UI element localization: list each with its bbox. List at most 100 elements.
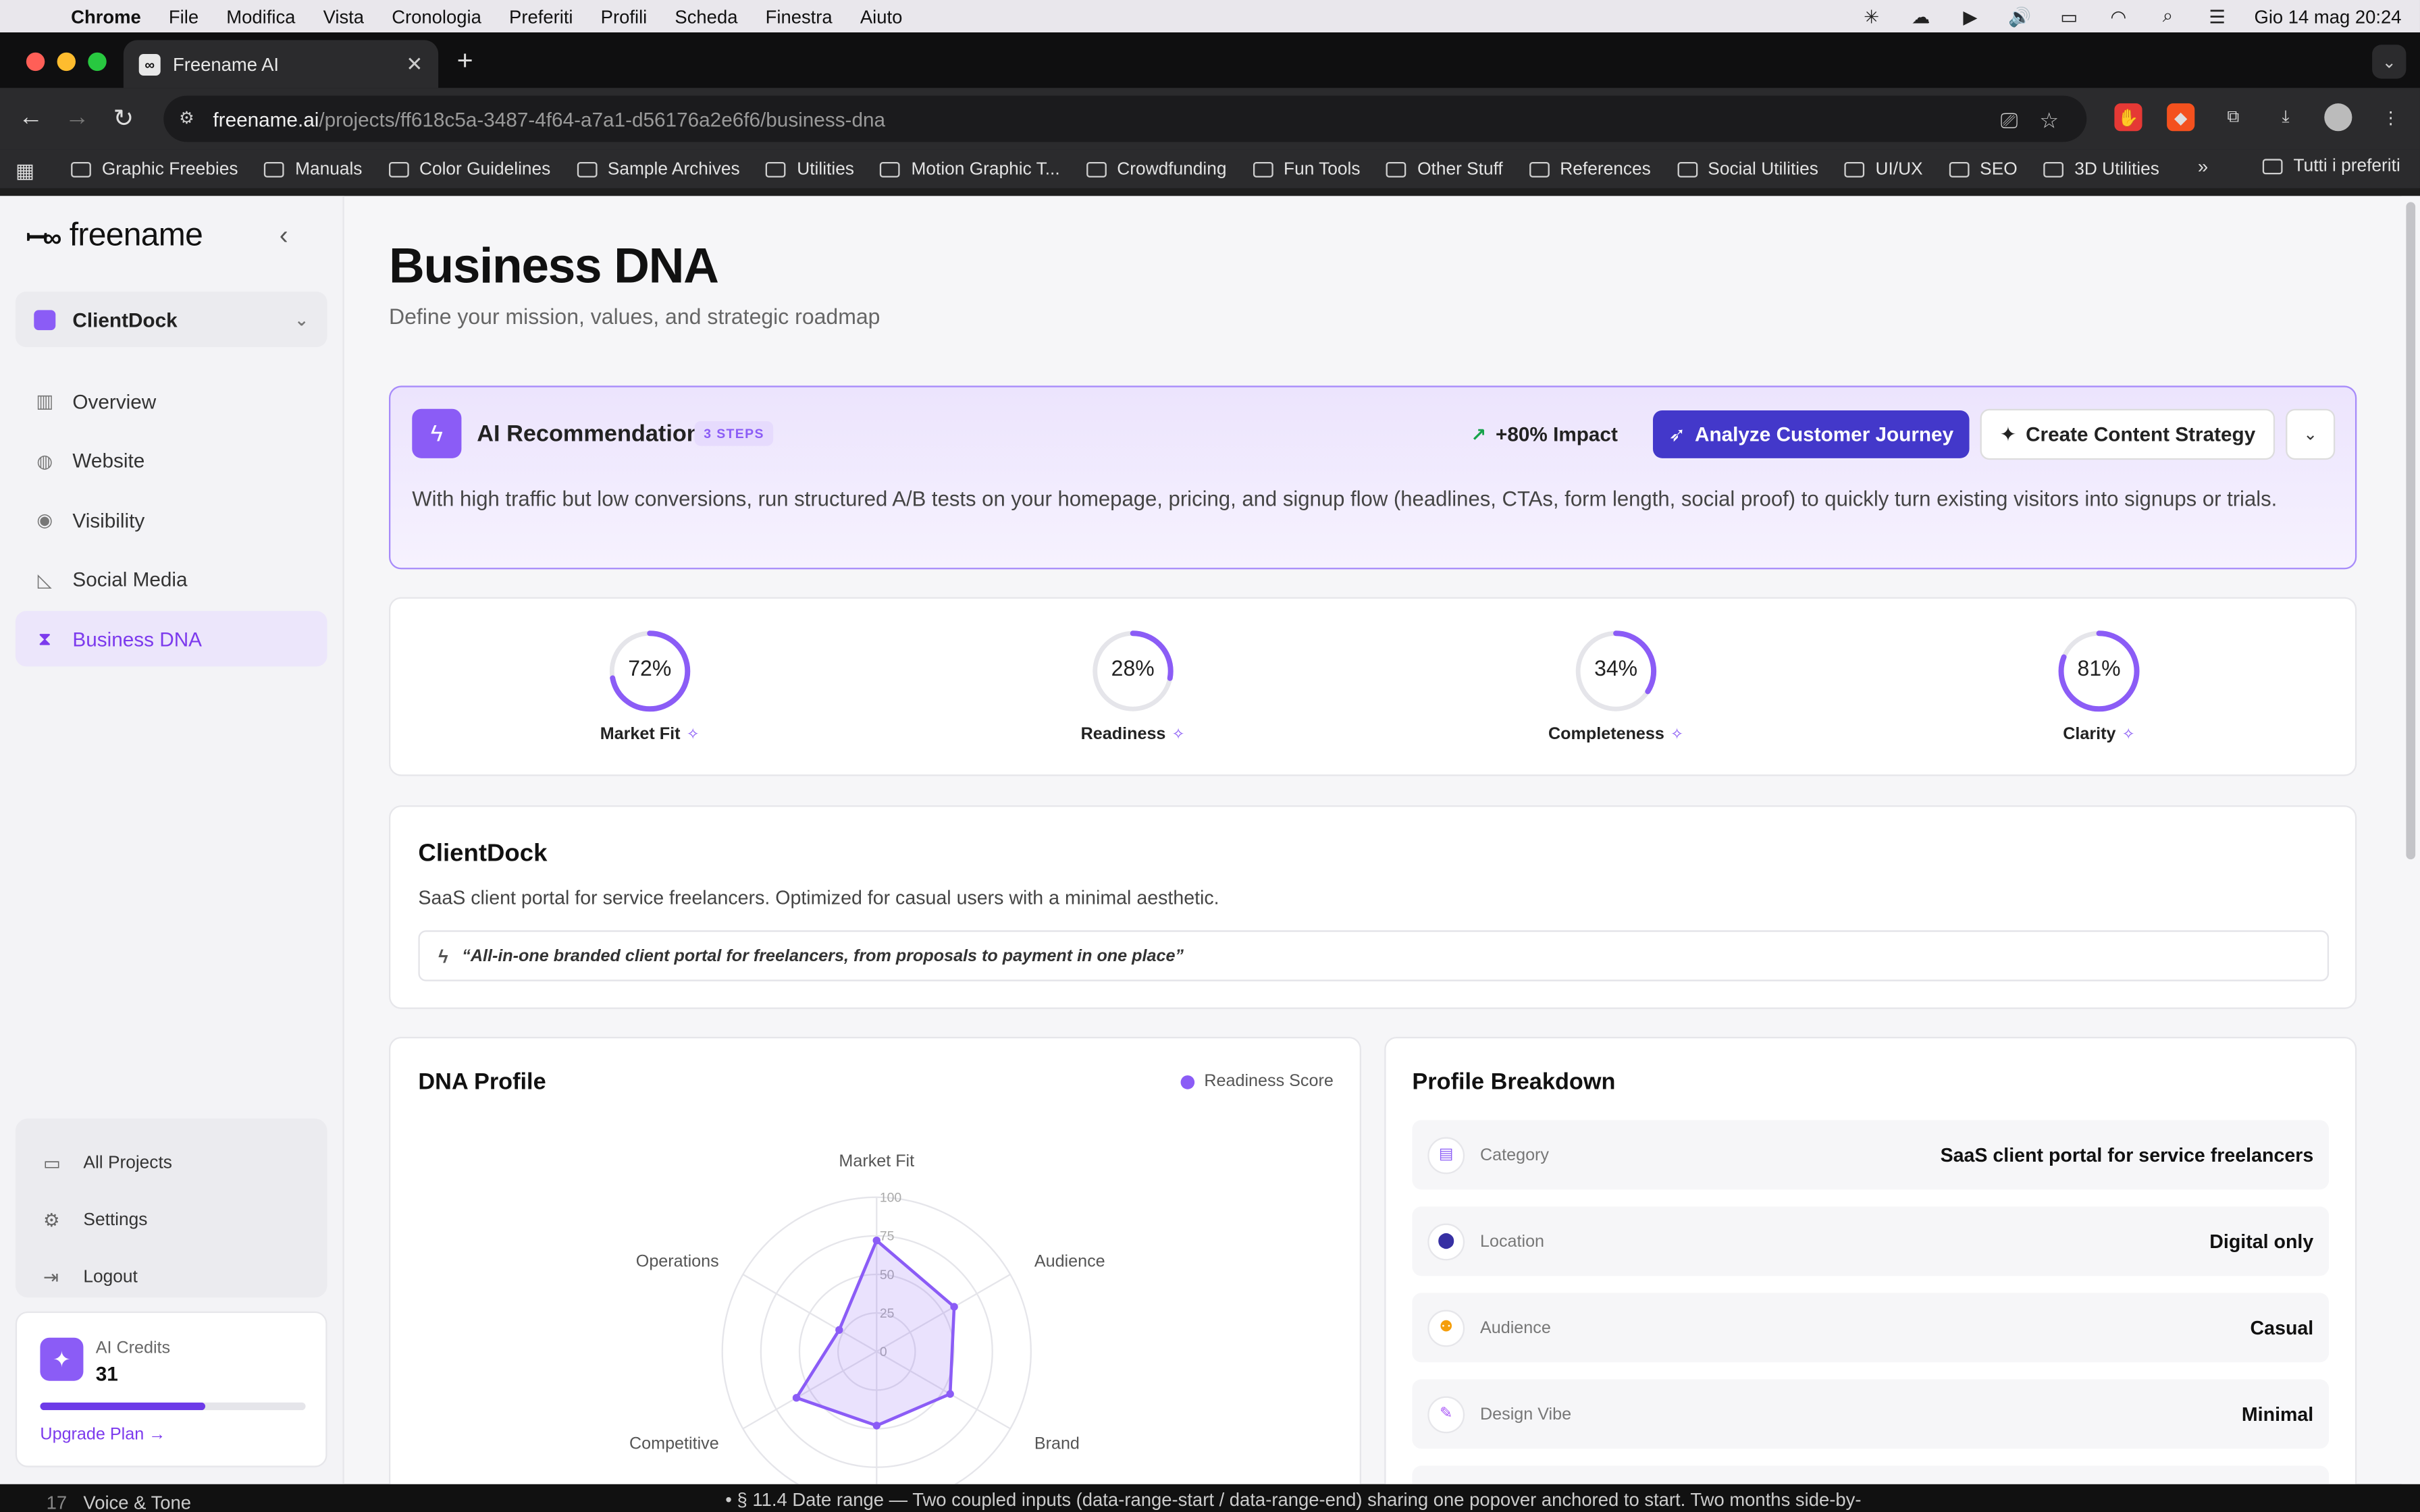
forward-button[interactable]: → bbox=[54, 105, 101, 132]
more-bookmarks-icon[interactable]: » bbox=[2198, 156, 2208, 178]
trending-up-icon: ↗ bbox=[1471, 423, 1487, 446]
bookmark-folder[interactable]: Crowdfunding bbox=[1086, 160, 1226, 178]
profile-breakdown-title: Profile Breakdown bbox=[1412, 1069, 1616, 1096]
download-icon[interactable]: ⤓ bbox=[2272, 103, 2300, 131]
bookmark-folder[interactable]: Graphic Freebies bbox=[71, 160, 238, 178]
all-projects-link[interactable]: ▭ All Projects bbox=[16, 1134, 327, 1191]
clock[interactable]: Gio 14 mag 20:24 bbox=[2254, 5, 2401, 27]
extension-fox-icon[interactable]: ◆ bbox=[2167, 103, 2195, 132]
bookmark-folder[interactable]: Color Guidelines bbox=[388, 160, 550, 178]
profile-avatar[interactable] bbox=[2324, 103, 2352, 132]
wifi-icon[interactable]: ◠ bbox=[2106, 5, 2131, 27]
create-content-strategy-button[interactable]: ✦ Create Content Strategy bbox=[1980, 408, 2276, 460]
apps-grid-icon[interactable]: ▦ bbox=[16, 158, 37, 181]
folder-icon bbox=[71, 161, 91, 177]
bookmark-folder[interactable]: Manuals bbox=[264, 160, 362, 178]
bookmark-folder[interactable]: References bbox=[1529, 160, 1651, 178]
install-app-icon[interactable]: ⎚ bbox=[2001, 108, 2018, 134]
profile-row-location: ⬤ Location Digital only bbox=[1412, 1206, 2330, 1276]
metric-label-text: Readiness bbox=[1080, 725, 1166, 744]
bookmark-folder[interactable]: Utilities bbox=[766, 160, 854, 178]
address-bar[interactable]: ⚙ freename.ai/projects/ff618c5a-3487-4f6… bbox=[163, 95, 2087, 142]
brand-logo[interactable]: ꟷ∞ freename bbox=[26, 217, 203, 254]
cloud-status-icon[interactable]: ☁ bbox=[1908, 5, 1933, 27]
recommendation-title: AI Recommendation bbox=[477, 421, 701, 448]
chrome-menu-icon[interactable]: ⋮ bbox=[2377, 103, 2404, 131]
tab-search-button[interactable]: ⌄ bbox=[2372, 45, 2406, 79]
bookmark-folder[interactable]: 3D Utilities bbox=[2043, 160, 2159, 178]
row-label: Design Vibe bbox=[1479, 1405, 1572, 1424]
bookmark-folder[interactable]: Fun Tools bbox=[1253, 160, 1361, 178]
volume-icon[interactable]: 🔊 bbox=[2007, 5, 2032, 27]
sparkle-icon[interactable]: ✧ bbox=[1172, 726, 1185, 742]
sparkle-icon[interactable]: ✧ bbox=[2122, 726, 2135, 742]
metric-value: 72% bbox=[628, 655, 672, 680]
sidebar-item-website[interactable]: ◍ Website bbox=[16, 433, 327, 488]
close-window-button[interactable] bbox=[26, 52, 45, 72]
menu-view[interactable]: Vista bbox=[323, 5, 364, 27]
menu-profiles[interactable]: Profili bbox=[601, 5, 648, 27]
sparkle-icon[interactable]: ✧ bbox=[1671, 726, 1683, 742]
bookmark-star-icon[interactable]: ☆ bbox=[2039, 108, 2059, 134]
bookmark-label: Other Stuff bbox=[1417, 159, 1503, 178]
search-icon[interactable]: ⌕ bbox=[2155, 5, 2180, 26]
brand-name: freename bbox=[69, 217, 203, 253]
project-selector[interactable]: ClientDock ⌄ bbox=[15, 291, 327, 348]
minimize-window-button[interactable] bbox=[57, 52, 76, 72]
bookmark-folder[interactable]: SEO bbox=[1949, 159, 2018, 178]
menu-bookmarks[interactable]: Preferiti bbox=[509, 5, 573, 27]
analyze-customer-journey-button[interactable]: ➶ Analyze Customer Journey bbox=[1652, 410, 1970, 458]
menu-tab[interactable]: Scheda bbox=[675, 5, 737, 27]
browser-tab[interactable]: ∞ Freename AI ✕ bbox=[123, 40, 439, 88]
play-status-icon[interactable]: ▶ bbox=[1958, 5, 1983, 27]
sparkle-status-icon[interactable]: ✳ bbox=[1859, 5, 1884, 27]
url-host: freename.ai bbox=[213, 107, 319, 131]
new-tab-button[interactable]: + bbox=[457, 45, 473, 77]
menu-app[interactable]: Chrome bbox=[71, 5, 141, 27]
bar-chart-icon: ▥ bbox=[36, 390, 54, 412]
bookmark-folder[interactable]: Sample Archives bbox=[577, 160, 740, 178]
menu-history[interactable]: Cronologia bbox=[392, 5, 481, 27]
background-sidebar-text: Voice & Tone bbox=[83, 1492, 192, 1512]
row-label: Audience bbox=[1479, 1318, 1551, 1337]
sidebar-item-business-dna[interactable]: ⧗ Business DNA bbox=[15, 611, 327, 667]
settings-link[interactable]: ⚙ Settings bbox=[16, 1191, 327, 1249]
bookmark-folder[interactable]: Social Utilities bbox=[1677, 160, 1818, 178]
menu-file[interactable]: File bbox=[169, 5, 199, 27]
scrollbar-thumb[interactable] bbox=[2406, 202, 2416, 860]
logout-link[interactable]: ⇥ Logout bbox=[16, 1248, 327, 1305]
location-pin-icon: ⬤ bbox=[1427, 1222, 1465, 1260]
sidebar-item-overview[interactable]: ▥ Overview bbox=[16, 373, 327, 429]
status-area: ✳ ☁ ▶ 🔊 ▭ ◠ ⌕ ☰ Gio 14 mag 20:24 bbox=[1859, 0, 2401, 32]
sidebar-item-social-media[interactable]: ◺ Social Media bbox=[16, 551, 327, 607]
profile-breakdown-card: Profile Breakdown ▤ Category SaaS client… bbox=[1384, 1036, 2357, 1484]
reload-button[interactable]: ↻ bbox=[101, 103, 147, 134]
battery-icon[interactable]: ▭ bbox=[2057, 5, 2082, 27]
sidebar-item-label: Website bbox=[72, 449, 145, 473]
control-center-icon[interactable]: ☰ bbox=[2205, 5, 2230, 27]
more-actions-dropdown[interactable]: ⌄ bbox=[2286, 408, 2336, 460]
bookmark-folder[interactable]: UI/UX bbox=[1844, 160, 1923, 178]
menu-edit[interactable]: Modifica bbox=[226, 5, 295, 27]
menu-help[interactable]: Aiuto bbox=[860, 5, 903, 27]
upgrade-plan-link[interactable]: Upgrade Plan → bbox=[40, 1426, 165, 1444]
collapse-sidebar-icon[interactable]: ‹ bbox=[280, 221, 288, 252]
sidebar-item-visibility[interactable]: ◉ Visibility bbox=[16, 492, 327, 547]
extension-red-icon[interactable]: ✋ bbox=[2114, 103, 2142, 132]
folder-icon bbox=[1949, 161, 1970, 177]
bookmark-label: SEO bbox=[1980, 159, 2018, 178]
extensions-area: ✋ ◆ ⧉ ⤓ ⋮ bbox=[2114, 103, 2404, 132]
metric-value: 81% bbox=[2077, 655, 2121, 680]
back-button[interactable]: ← bbox=[7, 105, 54, 132]
all-bookmarks-folder[interactable]: Tutti i preferiti bbox=[2262, 157, 2400, 176]
menu-window[interactable]: Finestra bbox=[766, 5, 833, 27]
button-label: Create Content Strategy bbox=[2026, 423, 2256, 446]
site-info-icon[interactable]: ⚙ bbox=[179, 108, 201, 130]
page-scrollbar[interactable] bbox=[2401, 196, 2420, 1484]
sparkle-icon[interactable]: ✧ bbox=[687, 726, 700, 742]
maximize-window-button[interactable] bbox=[88, 52, 107, 72]
bookmark-folder[interactable]: Motion Graphic T... bbox=[880, 160, 1060, 178]
close-tab-icon[interactable]: ✕ bbox=[406, 52, 423, 77]
extensions-puzzle-icon[interactable]: ⧉ bbox=[2219, 103, 2247, 131]
bookmark-folder[interactable]: Other Stuff bbox=[1386, 159, 1503, 178]
